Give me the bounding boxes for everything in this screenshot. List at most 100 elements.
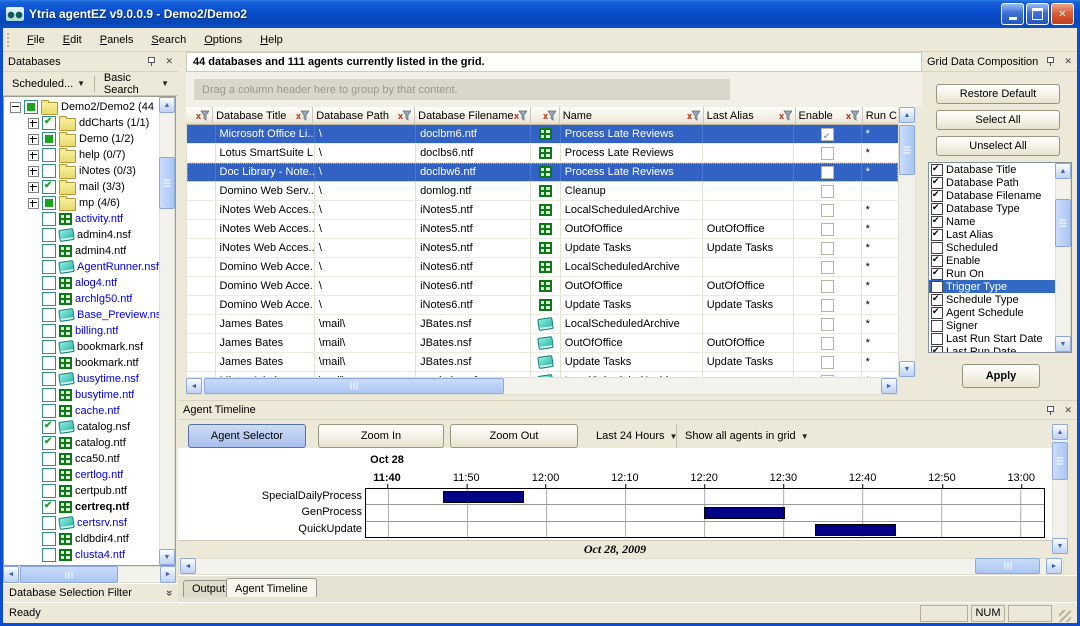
filter-icon[interactable]: x [779, 110, 792, 121]
time-range-dropdown[interactable]: Last 24 Hours ▼ [588, 424, 685, 448]
tree-horizontal-scrollbar[interactable]: ◄ ► [3, 566, 176, 583]
tree-item[interactable]: alog4.ntf [4, 275, 159, 291]
enable-checkbox[interactable] [821, 223, 834, 236]
timeline-vertical-scrollbar[interactable]: ▲ ▼ [1052, 424, 1068, 554]
tree-expander[interactable] [28, 198, 39, 209]
tree-checkbox[interactable] [42, 420, 56, 434]
filter-icon[interactable]: x [296, 110, 309, 121]
tree-expander[interactable] [28, 182, 39, 193]
tree-checkbox[interactable] [42, 244, 56, 258]
scroll-up-icon[interactable]: ▲ [1055, 163, 1071, 179]
table-row[interactable]: James Bates \mail\ JBates.nsf OutOfOffic… [187, 334, 898, 353]
tree-item[interactable]: cca50.ntf [4, 451, 159, 467]
scroll-up-icon[interactable]: ▲ [1052, 424, 1068, 440]
unselect-all-button[interactable]: Unselect All [936, 136, 1060, 156]
field-list-item[interactable]: Last Run Start Date [929, 332, 1071, 345]
tree-item[interactable]: ddCharts (1/1) [4, 115, 159, 131]
tree-checkbox[interactable] [42, 452, 56, 466]
tree-checkbox[interactable] [42, 516, 56, 530]
tree-expander[interactable] [28, 166, 39, 177]
menu-panels[interactable]: Panels [91, 31, 143, 49]
table-row[interactable]: iNotes Web Acces... \ iNotes5.ntf OutOfO… [187, 220, 898, 239]
table-row[interactable]: Domino Web Acce... \ iNotes6.ntf LocalSc… [187, 258, 898, 277]
enable-checkbox[interactable] [821, 147, 834, 160]
maximize-button[interactable] [1026, 3, 1049, 25]
tree-checkbox[interactable] [42, 116, 56, 130]
table-row[interactable]: James Bates \mail\ JBates.nsf Update Tas… [187, 353, 898, 372]
table-row[interactable]: Domino Web Serv... \ domlog.ntf Cleanup [187, 182, 898, 201]
scroll-down-icon[interactable]: ▼ [1055, 336, 1071, 352]
tree-item[interactable]: certsrv.nsf [4, 515, 159, 531]
tree-checkbox[interactable] [24, 100, 38, 114]
tree-item[interactable]: busytime.ntf [4, 387, 159, 403]
tree-item[interactable]: billing.ntf [4, 323, 159, 339]
restore-default-button[interactable]: Restore Default [936, 84, 1060, 104]
field-list-item[interactable]: Database Filename [929, 189, 1071, 202]
tree-checkbox[interactable] [42, 324, 56, 338]
field-list-item[interactable]: Last Run Date [929, 345, 1071, 353]
tree-checkbox[interactable] [42, 388, 56, 402]
scroll-left-icon[interactable]: ◄ [180, 558, 196, 574]
column-header-database-filename[interactable]: Database Filename x [415, 107, 531, 125]
zoom-out-button[interactable]: Zoom Out [450, 424, 578, 448]
tree-item[interactable]: cldbdir4.ntf [4, 531, 159, 547]
tree-item[interactable]: mp (4/6) [4, 195, 159, 211]
tree-item[interactable]: certlog.ntf [4, 467, 159, 483]
menu-edit[interactable]: Edit [54, 31, 91, 49]
menu-options[interactable]: Options [195, 31, 251, 49]
column-header-database-path[interactable]: Database Path x [313, 107, 415, 125]
scroll-right-icon[interactable]: ► [160, 566, 176, 583]
tree-item[interactable]: cache.ntf [4, 403, 159, 419]
scroll-thumb[interactable] [20, 566, 118, 583]
tree-checkbox[interactable] [42, 340, 56, 354]
tree-item[interactable]: clusta4.ntf [4, 547, 159, 563]
close-button[interactable]: ✕ [1051, 3, 1074, 25]
tree-checkbox[interactable] [42, 468, 56, 482]
field-checkbox[interactable] [931, 203, 943, 215]
field-list-item[interactable]: Run On [929, 267, 1071, 280]
tree-item[interactable]: admin4.ntf [4, 243, 159, 259]
basic-search-dropdown[interactable]: Basic Search ▼ [98, 70, 175, 98]
timeline-activity-bar[interactable] [443, 491, 524, 503]
tree-item[interactable]: help (0/7) [4, 147, 159, 163]
menu-search[interactable]: Search [142, 31, 195, 49]
enable-checkbox[interactable] [821, 204, 834, 217]
timeline-horizontal-scrollbar[interactable]: ◄ ► [178, 558, 1064, 575]
field-checkbox[interactable] [931, 307, 943, 319]
minimize-button[interactable] [1001, 3, 1024, 25]
field-checkbox[interactable] [931, 320, 943, 332]
tree-item[interactable]: Base_Preview.nsf [4, 307, 159, 323]
scroll-down-icon[interactable]: ▼ [159, 549, 175, 565]
grid-horizontal-scrollbar[interactable]: ◄ ► [186, 377, 898, 395]
filter-icon[interactable]: x [398, 110, 411, 121]
column-header-name[interactable]: Name x [560, 107, 704, 125]
tree-expander[interactable] [10, 102, 21, 113]
column-header-rowselect[interactable]: x [186, 107, 213, 125]
field-list-scrollbar[interactable]: ▲ ▼ [1055, 163, 1071, 352]
table-row[interactable]: James Bates \mail\ JBates.nsf LocalSched… [187, 315, 898, 334]
agent-selector-button[interactable]: Agent Selector [188, 424, 306, 448]
tree-item[interactable]: bookmark.ntf [4, 355, 159, 371]
close-panel-icon[interactable]: ✕ [1064, 57, 1072, 66]
timeline-activity-bar[interactable] [815, 524, 896, 536]
tree-checkbox[interactable] [42, 548, 56, 562]
timeline-activity-bar[interactable] [704, 507, 785, 519]
select-all-button[interactable]: Select All [936, 110, 1060, 130]
tree-checkbox[interactable] [42, 260, 56, 274]
tab-agent-timeline[interactable]: Agent Timeline [226, 578, 317, 597]
column-header-last-alias[interactable]: Last Alias x [704, 107, 796, 125]
enable-checkbox[interactable] [821, 185, 834, 198]
scroll-thumb[interactable] [1055, 199, 1071, 247]
scroll-left-icon[interactable]: ◄ [3, 566, 19, 583]
tree-item[interactable]: certpub.ntf [4, 483, 159, 499]
pin-icon[interactable] [1046, 406, 1055, 415]
tree-expander[interactable] [28, 134, 39, 145]
tree-checkbox[interactable] [42, 212, 56, 226]
tree-checkbox[interactable] [42, 148, 56, 162]
tree-checkbox[interactable] [42, 500, 56, 514]
tree-item[interactable]: iNotes (0/3) [4, 163, 159, 179]
field-checkbox[interactable] [931, 164, 943, 176]
table-row[interactable]: iNotes Web Acces... \ iNotes5.ntf LocalS… [187, 201, 898, 220]
tree-item[interactable]: busytime.nsf [4, 371, 159, 387]
table-row[interactable]: Domino Web Acce... \ iNotes6.ntf OutOfOf… [187, 277, 898, 296]
